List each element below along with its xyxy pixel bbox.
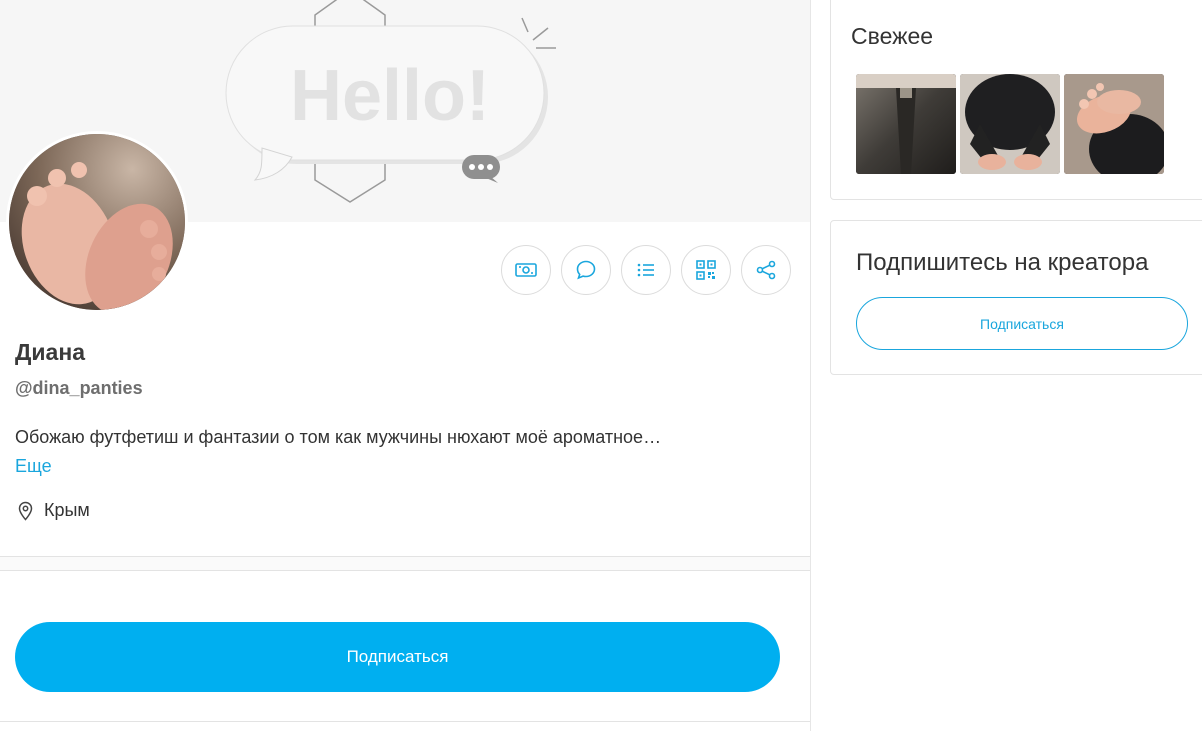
media-thumbnail[interactable] — [1064, 74, 1164, 174]
section-divider — [0, 556, 810, 571]
profile-actions — [501, 245, 791, 295]
subscribe-card: Подпишитесь на креатора Подписаться — [830, 220, 1202, 375]
location-pin-icon — [18, 501, 33, 521]
profile-bio: Обожаю футфетиш и фантазии о том как муж… — [15, 427, 662, 447]
subscribe-card-title: Подпишитесь на креатора — [856, 249, 1149, 276]
message-button[interactable] — [561, 245, 611, 295]
qr-code-icon — [696, 260, 716, 280]
profile-location: Крым — [17, 500, 90, 521]
creator-profile-page: Hello! Диана @dina_panties Обожаю футфет… — [0, 0, 1202, 731]
media-thumbnail[interactable] — [856, 74, 956, 174]
media-thumbnail[interactable] — [960, 74, 1060, 174]
location-label: Крым — [44, 500, 90, 520]
share-icon — [756, 260, 776, 280]
fresh-title: Свежее — [851, 23, 934, 49]
profile-handle[interactable]: @dina_panties — [15, 378, 143, 399]
chat-icon — [576, 260, 596, 280]
fresh-thumbnails — [856, 74, 1164, 174]
qr-code-button[interactable] — [681, 245, 731, 295]
share-button[interactable] — [741, 245, 791, 295]
list-icon — [637, 263, 654, 277]
sidebar-subscribe-button[interactable]: Подписаться — [856, 297, 1188, 350]
avatar[interactable] — [6, 131, 188, 313]
fresh-media-card: Свежее — [830, 0, 1202, 200]
add-to-list-button[interactable] — [621, 245, 671, 295]
profile-main-column: Hello! Диана @dina_panties Обожаю футфет… — [0, 0, 811, 731]
bio-more-link[interactable]: Еще — [15, 456, 52, 477]
bottom-divider — [0, 721, 810, 722]
tip-button[interactable] — [501, 245, 551, 295]
cover-greeting-text: Hello! — [290, 56, 491, 136]
profile-name: Диана — [15, 339, 85, 365]
money-icon — [515, 263, 537, 277]
subscribe-button[interactable]: Подписаться — [15, 622, 780, 692]
